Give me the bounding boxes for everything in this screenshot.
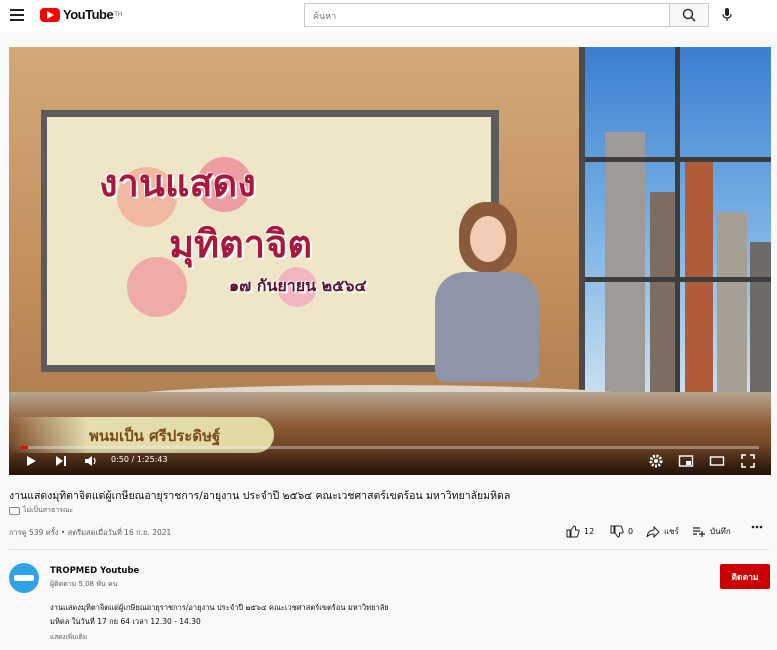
dislike-button[interactable]: 0 bbox=[610, 525, 633, 538]
microphone-icon bbox=[722, 8, 732, 21]
title-card-line1: งานแสดง bbox=[99, 160, 256, 205]
share-icon bbox=[646, 525, 660, 538]
thumbs-down-icon bbox=[610, 525, 624, 538]
player-controls: 0:50 / 1:25:43 bbox=[9, 445, 771, 475]
channel-avatar[interactable] bbox=[9, 563, 39, 593]
play-icon[interactable] bbox=[23, 453, 39, 469]
video-description: งานแสดงมุทิตาจิตแด่ผู้เกษียณอายุราชการ/อ… bbox=[50, 601, 389, 629]
description-line: มหิดล ในวันที่ 17 กย 64 เวลา 12.30 - 14.… bbox=[50, 617, 201, 626]
more-horizontal-icon bbox=[751, 525, 763, 529]
save-label: บันทึก bbox=[710, 527, 731, 536]
search-input[interactable] bbox=[305, 6, 661, 28]
miniplayer-icon[interactable] bbox=[678, 453, 694, 469]
channel-name[interactable]: TROPMED Youtube bbox=[50, 566, 139, 576]
share-button[interactable]: แชร์ bbox=[646, 525, 679, 538]
title-card-line2: มุทิตาจิต bbox=[169, 221, 313, 266]
video-title: งานแสดงมุทิตาจิตแด่ผู้เกษียณอายุราชการ/อ… bbox=[9, 490, 511, 502]
news-anchor bbox=[427, 202, 547, 402]
city-window bbox=[579, 47, 771, 392]
share-label: แชร์ bbox=[664, 527, 679, 536]
dislike-count: 0 bbox=[628, 527, 634, 536]
theater-mode-icon[interactable] bbox=[709, 453, 725, 469]
video-meta: การดู 539 ครั้ง • สตรีมสดเมื่อวันที่ 16 … bbox=[9, 528, 172, 537]
logo-text: YouTube bbox=[63, 7, 114, 22]
add-to-playlist-icon bbox=[693, 526, 705, 537]
more-actions-button[interactable] bbox=[751, 525, 767, 529]
video-player[interactable]: งานแสดง มุทิตาจิต ๑๗ กันยายน ๒๕๖๔ พนมเป็… bbox=[9, 47, 771, 475]
time-display: 0:50 / 1:25:43 bbox=[111, 455, 168, 464]
like-count: 12 bbox=[584, 527, 595, 536]
unlisted-link-icon bbox=[9, 506, 20, 515]
fullscreen-icon[interactable] bbox=[740, 453, 756, 469]
show-more-link[interactable]: แสดงเพิ่มเติม bbox=[50, 632, 87, 642]
subscribe-button[interactable]: ติดตาม bbox=[720, 564, 770, 589]
search-box bbox=[304, 3, 670, 28]
voice-search-button[interactable] bbox=[715, 3, 739, 27]
divider bbox=[9, 549, 769, 550]
progress-fill bbox=[21, 446, 29, 449]
title-card: งานแสดง มุทิตาจิต ๑๗ กันยายน ๒๕๖๔ bbox=[99, 152, 367, 299]
subscriber-count: ผู้ติดตาม 5.08 พัน คน bbox=[50, 580, 118, 588]
save-button[interactable]: บันทึก bbox=[692, 525, 731, 538]
top-bar: YouTube TH bbox=[0, 0, 777, 32]
youtube-play-icon bbox=[40, 7, 60, 22]
progress-bar[interactable] bbox=[21, 446, 759, 449]
visibility-label: ไม่เป็นสาธารณะ bbox=[23, 506, 74, 514]
youtube-logo[interactable]: YouTube TH bbox=[40, 7, 122, 22]
logo-country: TH bbox=[114, 11, 123, 18]
volume-icon[interactable] bbox=[83, 453, 99, 469]
hamburger-menu-icon[interactable] bbox=[10, 9, 24, 21]
search-button[interactable] bbox=[669, 3, 709, 27]
thumbs-up-icon bbox=[566, 525, 580, 538]
description-line: งานแสดงมุทิตาจิตแด่ผู้เกษียณอายุราชการ/อ… bbox=[50, 603, 389, 612]
like-button[interactable]: 12 bbox=[566, 525, 594, 538]
search-icon bbox=[682, 8, 696, 22]
settings-gear-icon[interactable] bbox=[648, 453, 664, 469]
visibility-badge: ไม่เป็นสาธารณะ bbox=[9, 505, 73, 516]
title-card-date: ๑๗ กันยายน ๒๕๖๔ bbox=[229, 276, 367, 295]
next-icon[interactable] bbox=[53, 453, 69, 469]
